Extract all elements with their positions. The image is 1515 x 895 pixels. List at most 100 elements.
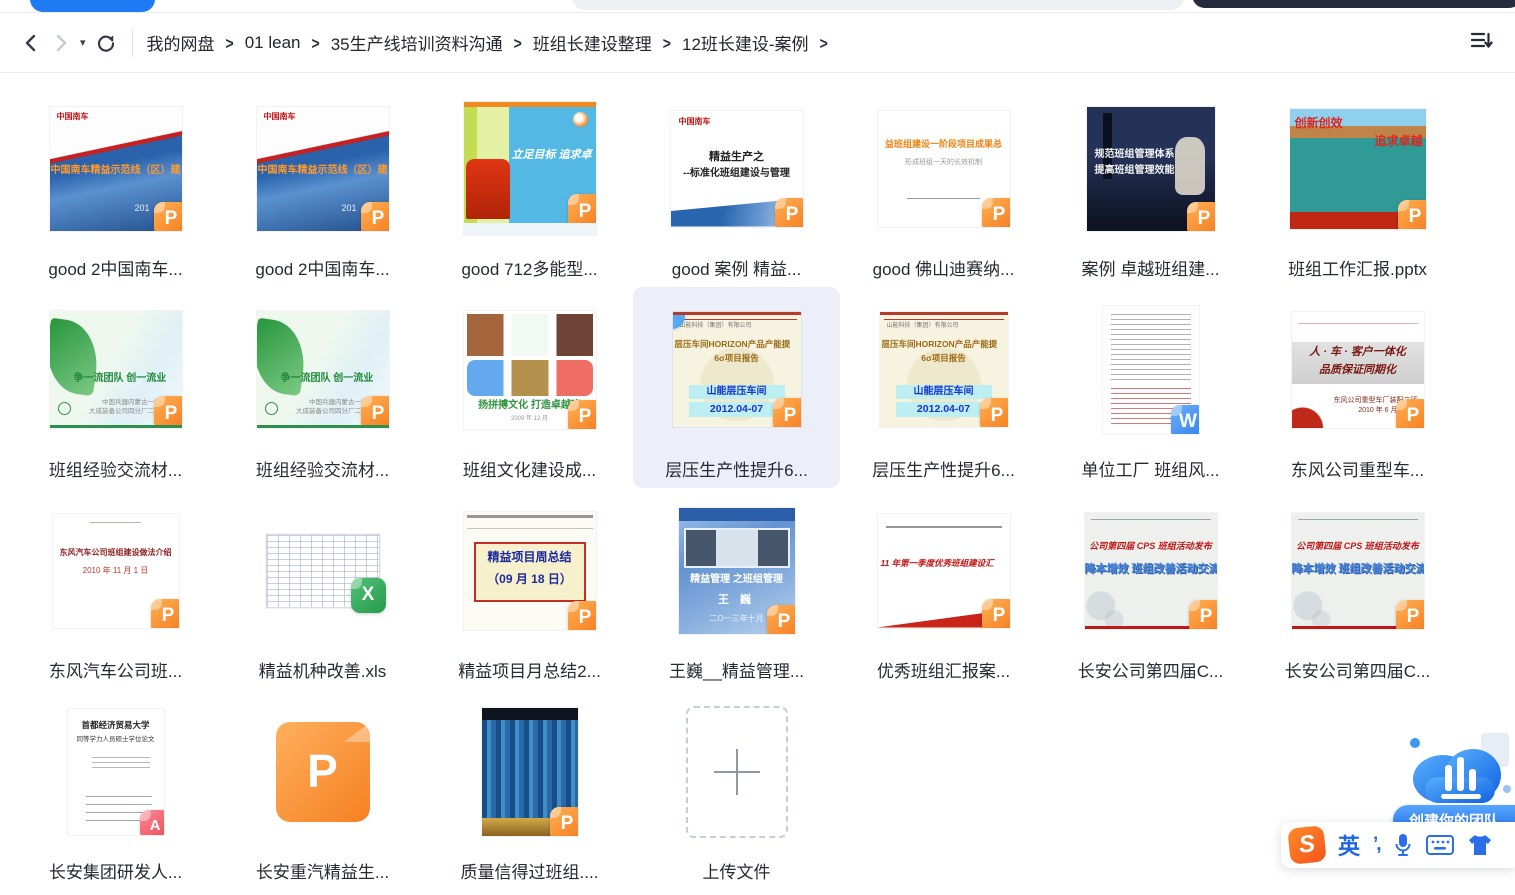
thumb-text: 形成班组一天的长效机制 <box>878 159 1010 168</box>
thumbnail-area: 中国南车中国南车精益示范线（区）建201P <box>12 86 219 251</box>
history-caret-icon[interactable]: ▾ <box>80 36 86 49</box>
file-name: good 佛山迪赛纳... <box>873 255 1015 279</box>
file-tile[interactable]: 精益项目周总结（09 月 18 日）P精益项目月总结2... <box>426 488 633 689</box>
file-thumbnail: 中国南车中国南车精益示范线（区）建201P <box>257 107 389 231</box>
sogou-logo-icon[interactable]: S <box>1287 825 1327 865</box>
thumb-text: 提高班组管理效能 <box>1095 165 1175 178</box>
thumb-text: 东风汽车公司班组建设做法介绍 <box>53 548 179 558</box>
ppt-badge-icon: P <box>1396 399 1424 428</box>
file-tile[interactable]: 中国南车精益生产之--标准化班组建设与管理Pgood 案例 精益... <box>633 86 840 287</box>
breadcrumb-separator-icon: > <box>663 33 671 52</box>
file-tile[interactable]: 创新创效追求卓越P班组工作汇报.pptx <box>1254 86 1461 287</box>
thumb-text: 降本增效 班组改善活动交流 <box>1085 563 1217 577</box>
thumbnail-area: 山能科技（集团）有限公司层压车间HORIZON产品产能提6σ项目报告山能层压车间… <box>633 287 840 452</box>
file-thumbnail: 11 年第一季度优秀班组建设汇P <box>878 514 1010 628</box>
ppt-file-icon: P <box>276 722 370 822</box>
breadcrumb-item[interactable]: 12班长建设-案例 <box>682 30 809 55</box>
file-name: 班组经验交流材... <box>256 456 389 480</box>
thumb-text: 2012.04-07 <box>689 402 785 417</box>
ppt-badge-icon: P <box>154 202 182 231</box>
cloud-upload-illustration-icon <box>1403 727 1515 813</box>
file-thumbnail: 益班组建设一阶段项目成果总形成班组一天的长效机制P <box>878 111 1010 227</box>
file-name: good 712多能型... <box>461 255 597 279</box>
ppt-badge-icon: P <box>1396 600 1424 629</box>
top-left-pill[interactable] <box>30 0 155 12</box>
netdisk-file-browser: ▾ 我的网盘>01 lean>35生产线培训资料沟通>班组长建设整理>12班长建… <box>0 0 1515 895</box>
file-tile[interactable]: 山能科技（集团）有限公司层压车间HORIZON产品产能提6σ项目报告山能层压车间… <box>633 287 840 488</box>
breadcrumb-item[interactable]: 01 lean <box>245 33 301 53</box>
file-tile[interactable]: 首都经济贸易大学同等学力人员硕士学位论文A 长安集团研发人... <box>12 689 219 890</box>
file-thumbnail: 规范班组管理体系提高班组管理效能P <box>1087 107 1215 231</box>
file-name: 长安集团研发人... <box>49 858 182 882</box>
file-tile[interactable]: 山能科技（集团）有限公司层压车间HORIZON产品产能提6σ项目报告山能层压车间… <box>840 287 1047 488</box>
thumb-text: 公司第四届 CPS 班组活动发布 <box>1085 541 1217 552</box>
plus-icon <box>688 708 786 836</box>
file-tile[interactable]: 精益管理 之班组管理王 巍二O一三年十月P 王巍__精益管理... <box>633 488 840 689</box>
file-tile[interactable]: 东风汽车公司班组建设做法介绍2010 年 11 月 1 日P东风汽车公司班... <box>12 488 219 689</box>
file-tile[interactable]: 中国南车中国南车精益示范线（区）建201Pgood 2中国南车... <box>12 86 219 287</box>
doc-badge-icon: W <box>1171 405 1199 434</box>
thumb-text: 精益管理 之班组管理 <box>679 574 795 587</box>
file-name: 班组工作汇报.pptx <box>1288 255 1427 279</box>
file-name: 东风汽车公司班... <box>49 657 182 681</box>
ppt-badge-icon: P <box>361 396 389 428</box>
thumb-text: 争一流团队 创一流业 <box>281 373 374 386</box>
file-tile[interactable]: 中国南车中国南车精益示范线（区）建201Pgood 2中国南车... <box>219 86 426 287</box>
thumbnail-area: 11 年第一季度优秀班组建设汇P <box>840 488 1047 653</box>
thumb-text: 规范班组管理体系 <box>1095 149 1175 162</box>
thumbnail-area: 首都经济贸易大学同等学力人员硕士学位论文A <box>12 689 219 854</box>
file-tile[interactable]: P质量信得过班组.... <box>426 689 633 890</box>
file-tile[interactable]: 益班组建设一阶段项目成果总形成班组一天的长效机制P good 佛山迪赛纳... <box>840 86 1047 287</box>
file-thumbnail: P <box>276 722 370 822</box>
file-tile[interactable]: 人 · 车 · 客户一体化品质保证同期化东风公司重型车厂装配二班2010 年 6… <box>1254 287 1461 488</box>
file-tile[interactable]: P 长安重汽精益生... <box>219 689 426 890</box>
team-promo-widget[interactable]: 创建你的团队 <box>1365 727 1515 835</box>
file-thumbnail: 公司第四届 CPS 班组活动发布降本增效 班组改善活动交流P <box>1292 513 1424 629</box>
file-tile[interactable]: 规范班组管理体系提高班组管理效能P案例 卓越班组建... <box>1047 86 1254 287</box>
file-tile[interactable]: 争一流团队 创一流业中国兵器内蒙古一机集团大成装备公司四分厂二作业区P班组经验交… <box>12 287 219 488</box>
microphone-icon <box>1393 832 1413 858</box>
ppt-badge-icon: P <box>550 807 578 836</box>
upload-tile[interactable]: 上传文件 <box>633 689 840 890</box>
ime-punctuation-toggle[interactable]: ’, <box>1373 834 1380 856</box>
ime-skin-button[interactable] <box>1467 833 1493 857</box>
file-name: 长安重汽精益生... <box>256 858 389 882</box>
file-name: 东风公司重型车... <box>1291 456 1424 480</box>
breadcrumb-item[interactable]: 我的网盘 <box>147 30 215 55</box>
navigation-toolbar: ▾ 我的网盘>01 lean>35生产线培训资料沟通>班组长建设整理>12班长建… <box>0 13 1515 73</box>
file-thumbnail: 立足目标 追求卓P <box>464 102 596 235</box>
file-tile[interactable]: 扬拼搏文化 打造卓越班2009 年 12 月P班组文化建设成... <box>426 287 633 488</box>
upload-dropzone <box>686 706 788 838</box>
forward-button[interactable] <box>48 30 74 56</box>
file-tile[interactable]: W单位工厂 班组风... <box>1047 287 1254 488</box>
ime-keyboard-button[interactable] <box>1426 835 1454 855</box>
thumbnail-area: 精益项目周总结（09 月 18 日）P <box>426 488 633 653</box>
file-name: 王巍__精益管理... <box>669 657 804 681</box>
file-tile[interactable]: 争一流团队 创一流业中国兵器内蒙古一机集团大成装备公司四分厂二作业区P班组经验交… <box>219 287 426 488</box>
thumb-text: 2012.04-07 <box>896 402 992 417</box>
file-tile[interactable]: 公司第四届 CPS 班组活动发布降本增效 班组改善活动交流P长安公司第四届C..… <box>1254 488 1461 689</box>
file-grid: 中国南车中国南车精益示范线（区）建201Pgood 2中国南车...中国南车中国… <box>12 86 1461 890</box>
thumb-text: 6σ项目报告 <box>880 353 1008 364</box>
refresh-button[interactable] <box>92 29 120 57</box>
thumbnail-area: 规范班组管理体系提高班组管理效能P <box>1047 86 1254 251</box>
thumb-text: 山能层压车间 <box>896 385 992 400</box>
file-tile[interactable]: 立足目标 追求卓P good 712多能型... <box>426 86 633 287</box>
sort-button[interactable] <box>1465 26 1497 59</box>
thumb-text: 立足目标 追求卓 <box>512 149 592 163</box>
thumb-text: 11 年第一季度优秀班组建设汇 <box>881 558 994 569</box>
back-button[interactable] <box>18 30 44 56</box>
thumbnail-area: 立足目标 追求卓P <box>426 86 633 251</box>
thumbnail-area: 精益管理 之班组管理王 巍二O一三年十月P <box>633 488 840 653</box>
thumb-text: 公司第四届 CPS 班组活动发布 <box>1292 541 1424 552</box>
ime-mic-button[interactable] <box>1393 832 1413 858</box>
top-right-dark-bar <box>1192 0 1515 8</box>
file-thumbnail: 扬拼搏文化 打造卓越班2009 年 12 月P <box>464 311 596 429</box>
file-tile[interactable]: 11 年第一季度优秀班组建设汇P优秀班组汇报案... <box>840 488 1047 689</box>
thumbnail-area: 中国南车中国南车精益示范线（区）建201P <box>219 86 426 251</box>
file-tile[interactable]: 公司第四届 CPS 班组活动发布降本增效 班组改善活动交流P长安公司第四届C..… <box>1047 488 1254 689</box>
breadcrumb-item[interactable]: 班组长建设整理 <box>533 30 652 55</box>
breadcrumb-item[interactable]: 35生产线培训资料沟通 <box>331 30 503 55</box>
file-tile[interactable]: X精益机种改善.xls <box>219 488 426 689</box>
ime-language-toggle[interactable]: 英 <box>1338 829 1360 861</box>
